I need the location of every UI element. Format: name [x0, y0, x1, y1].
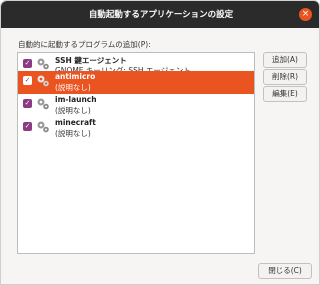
gears-icon	[37, 121, 49, 133]
window-title: 自動起動するアプリケーションの設定	[88, 10, 234, 20]
remove-button[interactable]: 削除(R)	[263, 69, 307, 85]
program-list[interactable]: ✓ SSH 鍵エージェント GNOME キーリング: SSH エージェント ✓ …	[17, 52, 255, 254]
checkmark-icon[interactable]: ✓	[23, 99, 32, 108]
section-label: 自動的に起動するプログラムの追加(P):	[18, 40, 151, 49]
gears-icon	[37, 98, 49, 110]
program-name: antimicro	[55, 72, 96, 81]
program-name: minecraft	[55, 118, 96, 127]
add-button[interactable]: 追加(A)	[263, 52, 307, 68]
edit-button[interactable]: 編集(E)	[263, 86, 307, 102]
program-description: (説明なし)	[55, 106, 91, 115]
title-bar[interactable]: 自動起動するアプリケーションの設定 ×	[1, 1, 319, 28]
checkmark-icon[interactable]: ✓	[23, 122, 32, 131]
checkmark-icon[interactable]: ✓	[23, 59, 32, 68]
list-item-selected[interactable]: ✓ antimicro (説明なし)	[18, 71, 254, 94]
checkmark-icon[interactable]: ✓	[23, 76, 32, 85]
startup-applications-window: 自動起動するアプリケーションの設定 × 自動的に起動するプログラムの追加(P):…	[0, 0, 320, 285]
close-button[interactable]: 閉じる(C)	[258, 263, 312, 279]
close-icon[interactable]: ×	[299, 8, 312, 21]
program-description: (説明なし)	[55, 129, 91, 138]
program-description: (説明なし)	[55, 83, 91, 92]
program-name: im-launch	[55, 95, 97, 104]
list-item[interactable]: ✓ minecraft (説明なし)	[18, 117, 254, 140]
gears-icon	[37, 75, 49, 87]
list-item[interactable]: ✓ im-launch (説明なし)	[18, 94, 254, 117]
gears-icon	[37, 58, 49, 70]
